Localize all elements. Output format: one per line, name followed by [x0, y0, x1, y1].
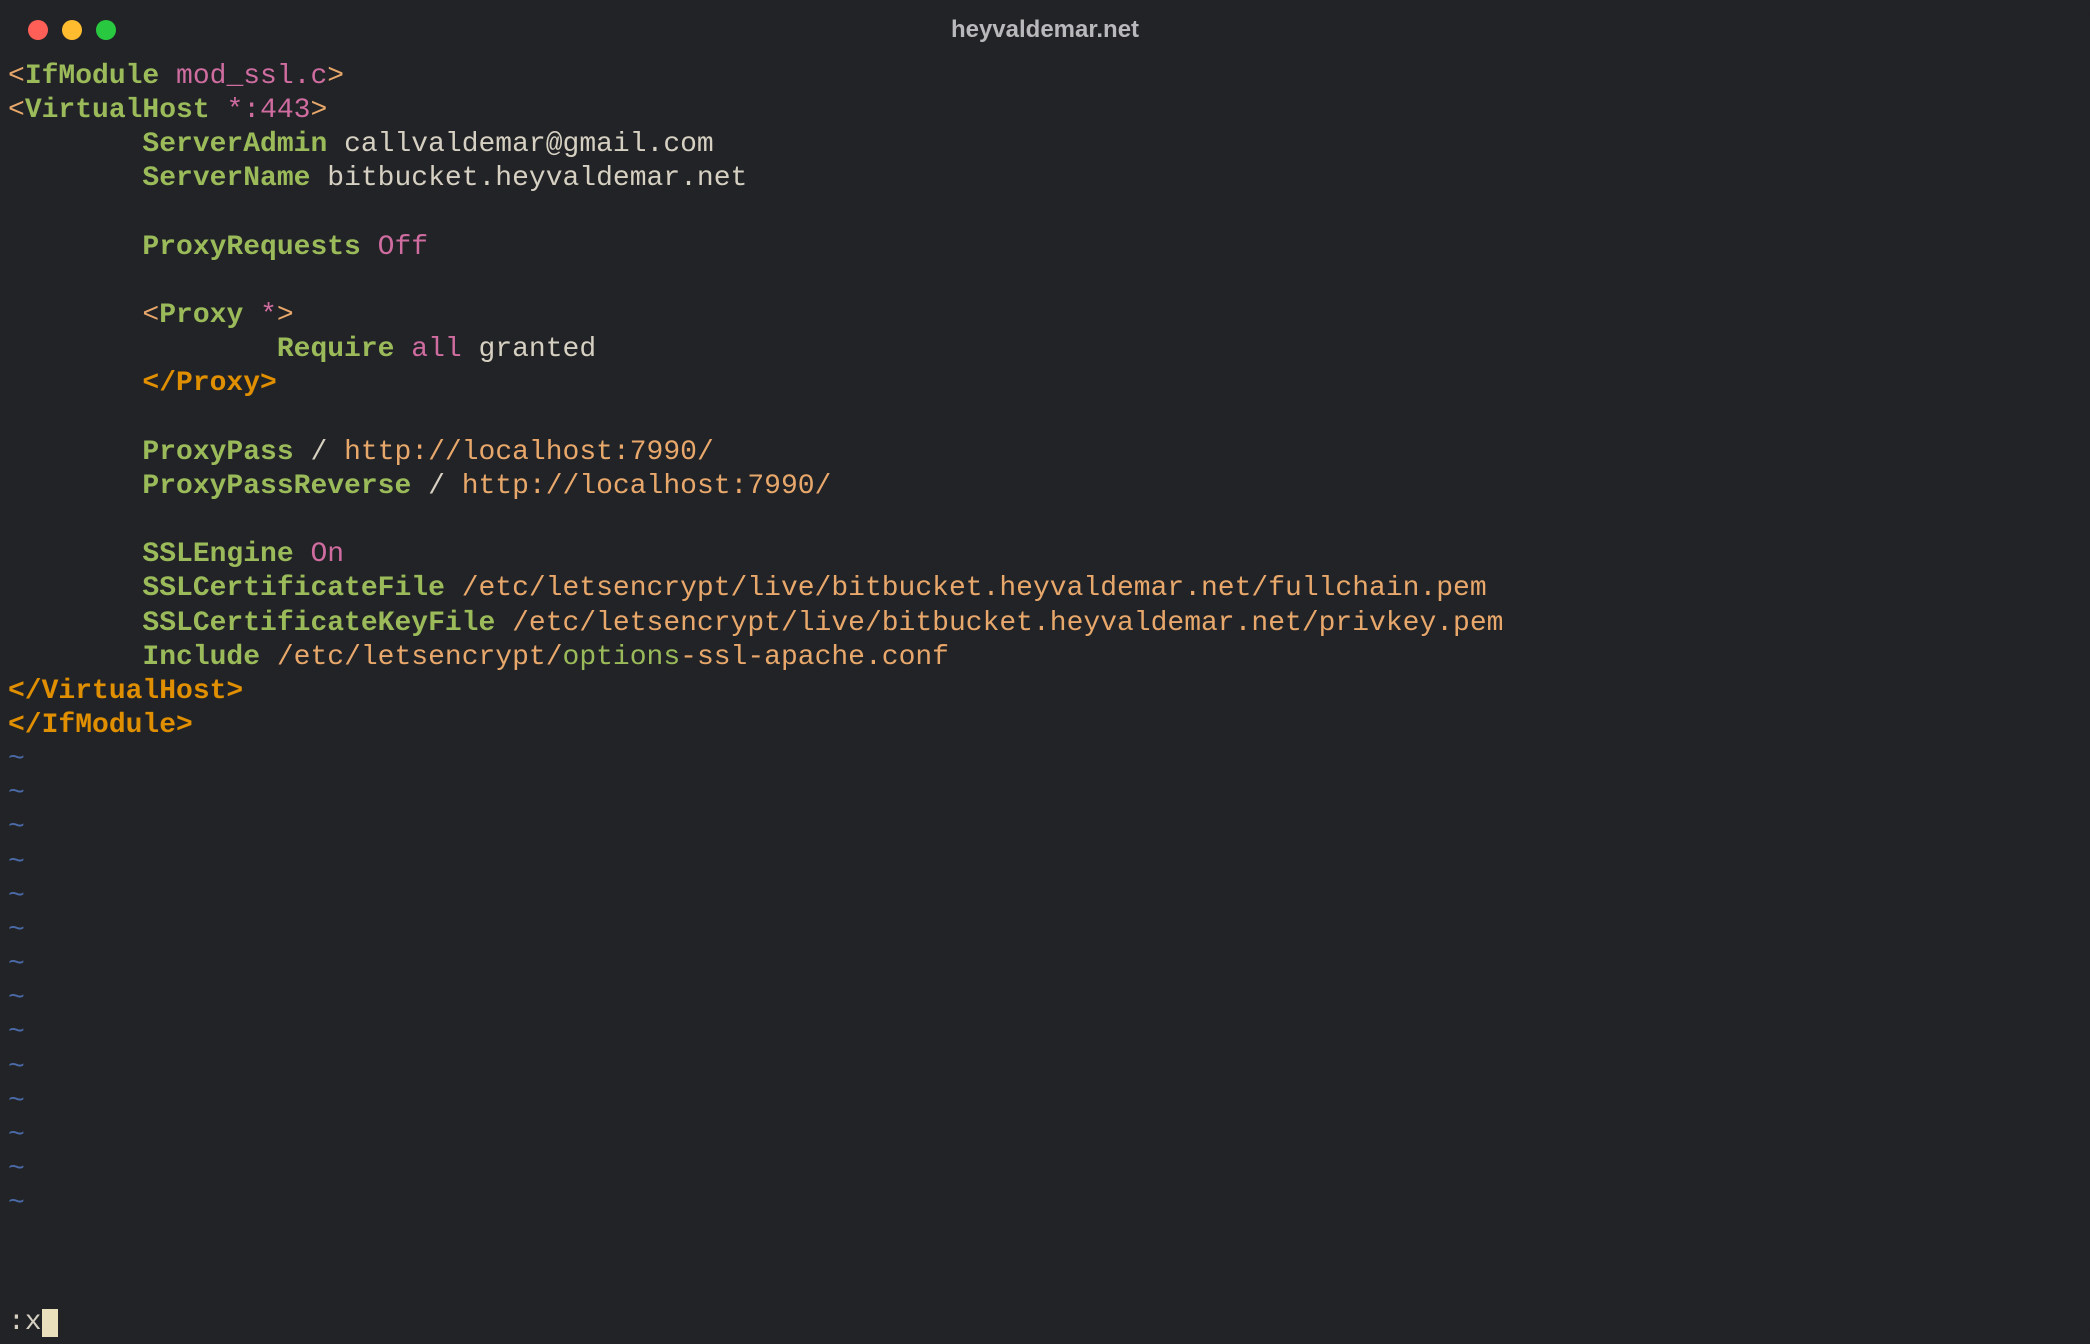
tag-open: < — [142, 300, 159, 331]
servername-key: ServerName — [142, 163, 310, 194]
empty-line-tilde: ~ — [8, 743, 2082, 777]
proxy-arg: * — [260, 300, 277, 331]
proxy-close-tag: </Proxy> — [142, 368, 276, 399]
include-path-a: /etc/letsencrypt/ — [277, 642, 563, 673]
serveradmin-val: callvaldemar@gmail.com — [344, 129, 714, 160]
titlebar: heyvaldemar.net — [0, 0, 2090, 60]
tag-close: > — [310, 95, 327, 126]
proxyrequests-val: Off — [378, 232, 428, 263]
traffic-lights — [28, 20, 116, 40]
ifmodule-arg: mod_ssl.c — [176, 61, 327, 92]
require-key: Require — [277, 334, 395, 365]
virtualhost-arg: *:443 — [226, 95, 310, 126]
empty-line-tilde: ~ — [8, 1119, 2082, 1153]
proxypassreverse-url: http://localhost:7990/ — [462, 471, 832, 502]
include-key: Include — [142, 642, 260, 673]
empty-line-tilde: ~ — [8, 1016, 2082, 1050]
virtualhost-tag: VirtualHost — [25, 95, 210, 126]
sslengine-key: SSLEngine — [142, 539, 293, 570]
tag-open: < — [8, 95, 25, 126]
require-val: granted — [479, 334, 597, 365]
empty-line-tilde: ~ — [8, 948, 2082, 982]
sslcertkeyfile-val: /etc/letsencrypt/live/bitbucket.heyvalde… — [512, 608, 1503, 639]
vim-command-line[interactable]: :x — [8, 1307, 2082, 1338]
slash: / — [428, 471, 445, 502]
include-path-b: options — [563, 642, 681, 673]
empty-line-tilde: ~ — [8, 914, 2082, 948]
empty-line-tilde: ~ — [8, 1187, 2082, 1221]
include-path-c: -ssl-apache.conf — [680, 642, 949, 673]
empty-line-tilde: ~ — [8, 982, 2082, 1016]
tag-close: > — [327, 61, 344, 92]
maximize-window-button[interactable] — [96, 20, 116, 40]
slash: / — [310, 437, 327, 468]
empty-line-tilde: ~ — [8, 880, 2082, 914]
serveradmin-key: ServerAdmin — [142, 129, 327, 160]
cursor-block — [42, 1309, 58, 1337]
editor-content[interactable]: <IfModule mod_ssl.c> <VirtualHost *:443>… — [0, 60, 2090, 743]
empty-line-tilde: ~ — [8, 1051, 2082, 1085]
proxyrequests-key: ProxyRequests — [142, 232, 360, 263]
tag-close: > — [277, 300, 294, 331]
proxypass-url: http://localhost:7990/ — [344, 437, 714, 468]
sslengine-val: On — [310, 539, 344, 570]
empty-line-tilde: ~ — [8, 846, 2082, 880]
tag-open: < — [8, 61, 25, 92]
empty-line-tilde: ~ — [8, 1085, 2082, 1119]
empty-line-tilde: ~ — [8, 811, 2082, 845]
empty-lines: ~~~~~~~~~~~~~~ — [0, 743, 2090, 1221]
virtualhost-close-tag: </VirtualHost> — [8, 676, 243, 707]
sslcertfile-key: SSLCertificateFile — [142, 573, 444, 604]
empty-line-tilde: ~ — [8, 777, 2082, 811]
close-window-button[interactable] — [28, 20, 48, 40]
vim-command-text: :x — [8, 1307, 42, 1338]
minimize-window-button[interactable] — [62, 20, 82, 40]
ifmodule-close-tag: </IfModule> — [8, 710, 193, 741]
servername-val: bitbucket.heyvaldemar.net — [327, 163, 747, 194]
ifmodule-tag: IfModule — [25, 61, 159, 92]
empty-line-tilde: ~ — [8, 1153, 2082, 1187]
proxypass-key: ProxyPass — [142, 437, 293, 468]
require-arg: all — [411, 334, 461, 365]
proxy-tag: Proxy — [159, 300, 243, 331]
terminal-window: heyvaldemar.net <IfModule mod_ssl.c> <Vi… — [0, 0, 2090, 1344]
sslcertfile-val: /etc/letsencrypt/live/bitbucket.heyvalde… — [462, 573, 1487, 604]
window-title: heyvaldemar.net — [0, 16, 2090, 44]
proxypassreverse-key: ProxyPassReverse — [142, 471, 411, 502]
sslcertkeyfile-key: SSLCertificateKeyFile — [142, 608, 495, 639]
